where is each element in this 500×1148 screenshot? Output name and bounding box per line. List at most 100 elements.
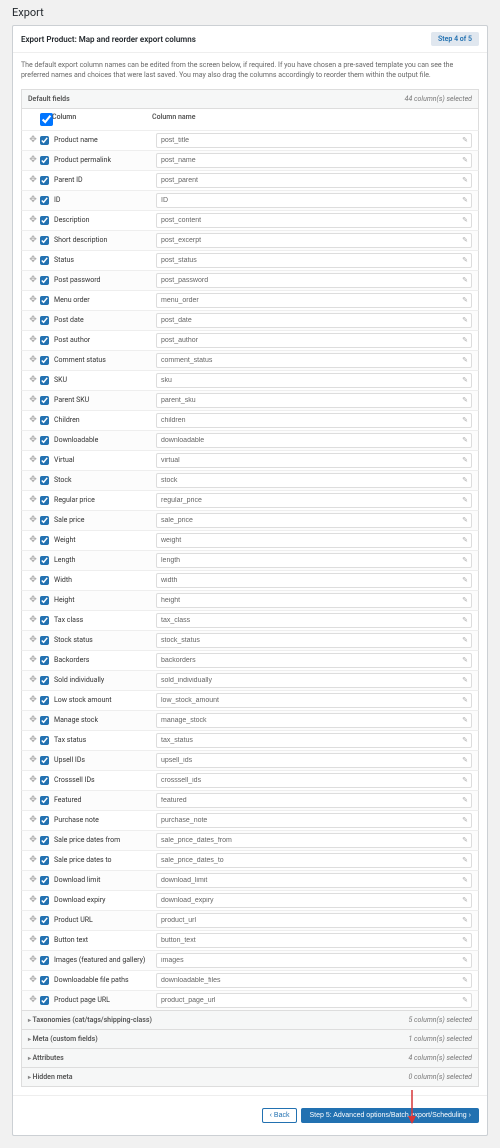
section-default-fields[interactable]: Default fields 44 column(s) selected <box>21 89 479 109</box>
row-checkbox[interactable] <box>40 716 49 725</box>
back-button[interactable]: Back <box>262 1108 298 1123</box>
column-name-input[interactable] <box>156 153 472 168</box>
row-checkbox[interactable] <box>40 256 49 265</box>
drag-handle-icon[interactable] <box>28 755 38 765</box>
drag-handle-icon[interactable] <box>28 235 38 245</box>
column-name-input[interactable] <box>156 673 472 688</box>
row-checkbox[interactable] <box>40 916 49 925</box>
column-name-input[interactable] <box>156 833 472 848</box>
drag-handle-icon[interactable] <box>28 495 38 505</box>
row-checkbox[interactable] <box>40 416 49 425</box>
column-name-input[interactable] <box>156 553 472 568</box>
row-checkbox[interactable] <box>40 336 49 345</box>
row-checkbox[interactable] <box>40 596 49 605</box>
row-checkbox[interactable] <box>40 216 49 225</box>
drag-handle-icon[interactable] <box>28 795 38 805</box>
row-checkbox[interactable] <box>40 476 49 485</box>
drag-handle-icon[interactable] <box>28 575 38 585</box>
drag-handle-icon[interactable] <box>28 335 38 345</box>
row-checkbox[interactable] <box>40 536 49 545</box>
row-checkbox[interactable] <box>40 296 49 305</box>
column-name-input[interactable] <box>156 373 472 388</box>
column-name-input[interactable] <box>156 393 472 408</box>
drag-handle-icon[interactable] <box>28 515 38 525</box>
row-checkbox[interactable] <box>40 556 49 565</box>
drag-handle-icon[interactable] <box>28 355 38 365</box>
drag-handle-icon[interactable] <box>28 215 38 225</box>
column-name-input[interactable] <box>156 313 472 328</box>
column-name-input[interactable] <box>156 713 472 728</box>
column-name-input[interactable] <box>156 453 472 468</box>
column-name-input[interactable] <box>156 413 472 428</box>
row-checkbox[interactable] <box>40 776 49 785</box>
column-name-input[interactable] <box>156 853 472 868</box>
column-name-input[interactable] <box>156 633 472 648</box>
drag-handle-icon[interactable] <box>28 635 38 645</box>
drag-handle-icon[interactable] <box>28 935 38 945</box>
column-name-input[interactable] <box>156 793 472 808</box>
row-checkbox[interactable] <box>40 356 49 365</box>
drag-handle-icon[interactable] <box>28 715 38 725</box>
column-name-input[interactable] <box>156 933 472 948</box>
accordion-section[interactable]: Taxonomies (cat/tags/shipping-class)5 co… <box>21 1011 479 1030</box>
row-checkbox[interactable] <box>40 376 49 385</box>
column-name-input[interactable] <box>156 433 472 448</box>
row-checkbox[interactable] <box>40 936 49 945</box>
drag-handle-icon[interactable] <box>28 855 38 865</box>
drag-handle-icon[interactable] <box>28 655 38 665</box>
drag-handle-icon[interactable] <box>28 815 38 825</box>
row-checkbox[interactable] <box>40 896 49 905</box>
drag-handle-icon[interactable] <box>28 415 38 425</box>
row-checkbox[interactable] <box>40 836 49 845</box>
column-name-input[interactable] <box>156 133 472 148</box>
drag-handle-icon[interactable] <box>28 295 38 305</box>
drag-handle-icon[interactable] <box>28 775 38 785</box>
column-name-input[interactable] <box>156 993 472 1008</box>
drag-handle-icon[interactable] <box>28 535 38 545</box>
column-name-input[interactable] <box>156 193 472 208</box>
drag-handle-icon[interactable] <box>28 455 38 465</box>
drag-handle-icon[interactable] <box>28 875 38 885</box>
column-name-input[interactable] <box>156 513 472 528</box>
row-checkbox[interactable] <box>40 316 49 325</box>
column-name-input[interactable] <box>156 293 472 308</box>
column-name-input[interactable] <box>156 593 472 608</box>
column-name-input[interactable] <box>156 893 472 908</box>
column-name-input[interactable] <box>156 493 472 508</box>
drag-handle-icon[interactable] <box>28 995 38 1005</box>
column-name-input[interactable] <box>156 533 472 548</box>
row-checkbox[interactable] <box>40 796 49 805</box>
drag-handle-icon[interactable] <box>28 975 38 985</box>
drag-handle-icon[interactable] <box>28 195 38 205</box>
drag-handle-icon[interactable] <box>28 615 38 625</box>
accordion-section[interactable]: Attributes4 column(s) selected <box>21 1049 479 1068</box>
drag-handle-icon[interactable] <box>28 895 38 905</box>
row-checkbox[interactable] <box>40 616 49 625</box>
accordion-section[interactable]: Meta (custom fields)1 column(s) selected <box>21 1030 479 1049</box>
row-checkbox[interactable] <box>40 696 49 705</box>
column-name-input[interactable] <box>156 573 472 588</box>
row-checkbox[interactable] <box>40 156 49 165</box>
row-checkbox[interactable] <box>40 456 49 465</box>
column-name-input[interactable] <box>156 653 472 668</box>
row-checkbox[interactable] <box>40 656 49 665</box>
row-checkbox[interactable] <box>40 396 49 405</box>
row-checkbox[interactable] <box>40 816 49 825</box>
drag-handle-icon[interactable] <box>28 135 38 145</box>
drag-handle-icon[interactable] <box>28 315 38 325</box>
drag-handle-icon[interactable] <box>28 435 38 445</box>
row-checkbox[interactable] <box>40 236 49 245</box>
row-checkbox[interactable] <box>40 636 49 645</box>
column-name-input[interactable] <box>156 813 472 828</box>
row-checkbox[interactable] <box>40 736 49 745</box>
drag-handle-icon[interactable] <box>28 595 38 605</box>
row-checkbox[interactable] <box>40 276 49 285</box>
next-step-button[interactable]: Step 5: Advanced options/Batch export/Sc… <box>301 1108 479 1123</box>
accordion-section[interactable]: Hidden meta0 column(s) selected <box>21 1068 479 1087</box>
row-checkbox[interactable] <box>40 676 49 685</box>
column-name-input[interactable] <box>156 213 472 228</box>
row-checkbox[interactable] <box>40 436 49 445</box>
drag-handle-icon[interactable] <box>28 955 38 965</box>
column-name-input[interactable] <box>156 253 472 268</box>
column-name-input[interactable] <box>156 333 472 348</box>
